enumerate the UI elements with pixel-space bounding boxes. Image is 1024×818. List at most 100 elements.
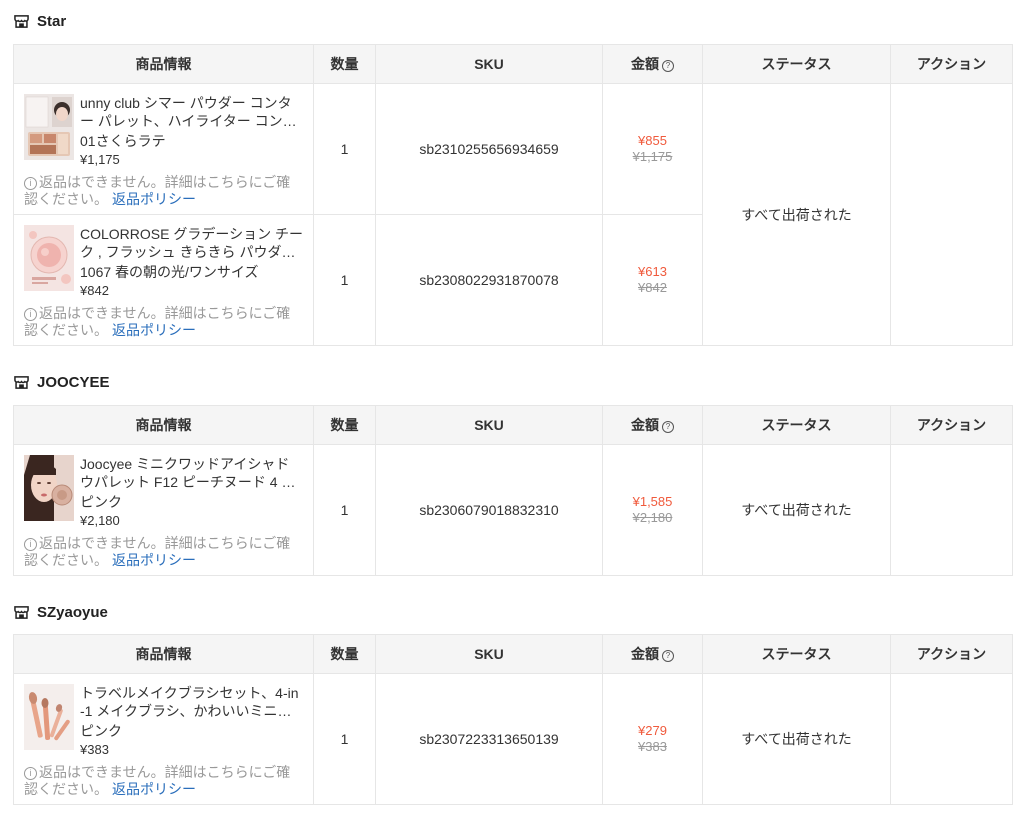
amount-cell: ¥855 ¥1,175 — [602, 83, 703, 215]
return-policy-link[interactable]: 返品ポリシー — [112, 781, 196, 797]
product-thumbnail[interactable] — [24, 225, 74, 291]
product-title[interactable]: COLORROSE グラデーション チーク , フラッシュ きらきら パウダー … — [80, 225, 303, 261]
return-notice: i 返品はできません。詳細はこちらにご確認ください。 返品ポリシー — [24, 305, 303, 339]
product-info-cell: Joocyee ミニクワッドアイシャドウパレット F12 ピーチヌード 4 色マ… — [13, 444, 314, 576]
product-variant: ピンク — [80, 723, 122, 739]
table-row: Joocyee ミニクワッドアイシャドウパレット F12 ピーチヌード 4 色マ… — [13, 444, 1013, 576]
product-info-cell: unny club シマー パウダー コンター パレット、ハイライター コンター… — [13, 83, 314, 215]
info-icon: i — [24, 767, 37, 780]
help-icon[interactable]: ? — [662, 650, 674, 662]
column-header-status: ステータス — [702, 44, 891, 84]
shop-icon — [14, 14, 29, 28]
table-header-row: 商品情報 数量 SKU 金額? ステータス アクション — [13, 405, 1013, 445]
column-header-qty: 数量 — [313, 634, 376, 674]
amount-cell: ¥1,585 ¥2,180 — [602, 444, 703, 576]
sku-cell: sb2310255656934659 — [375, 83, 603, 215]
column-header-sku: SKU — [375, 405, 603, 445]
product-unit-price: ¥1,175 — [80, 152, 120, 167]
sku-cell: sb2306079018832310 — [375, 444, 603, 576]
return-policy-link[interactable]: 返品ポリシー — [112, 552, 196, 568]
original-amount: ¥383 — [638, 739, 667, 754]
column-header-sku: SKU — [375, 44, 603, 84]
sale-amount: ¥1,585 — [632, 494, 673, 509]
column-header-amount: 金額? — [602, 634, 703, 674]
shop-name[interactable]: JOOCYEE — [37, 374, 110, 391]
return-policy-link[interactable]: 返品ポリシー — [112, 191, 196, 207]
product-thumbnail[interactable] — [24, 684, 74, 750]
product-title[interactable]: unny club シマー パウダー コンター パレット、ハイライター コンター… — [80, 94, 303, 130]
product-variant: 1067 春の朝の光/ワンサイズ — [80, 264, 259, 280]
quantity-cell: 1 — [313, 444, 376, 576]
column-header-info: 商品情報 — [13, 405, 314, 445]
help-icon[interactable]: ? — [662, 60, 674, 72]
column-header-amount-label: 金額 — [631, 56, 659, 72]
status-text: すべて出荷された — [741, 502, 852, 518]
product-variant: 01さくらラテ — [80, 133, 166, 149]
quantity-cell: 1 — [313, 83, 376, 215]
product-unit-price: ¥2,180 — [80, 513, 120, 528]
help-icon[interactable]: ? — [662, 421, 674, 433]
shop-icon — [14, 375, 29, 389]
column-header-qty: 数量 — [313, 44, 376, 84]
product-thumbnail[interactable] — [24, 455, 74, 521]
product-unit-price: ¥383 — [80, 742, 109, 757]
status-text: すべて出荷された — [741, 731, 852, 747]
table-row: unny club シマー パウダー コンター パレット、ハイライター コンター… — [13, 83, 1013, 346]
action-cell — [890, 673, 1013, 805]
column-header-amount: 金額? — [602, 405, 703, 445]
table-header-row: 商品情報 数量 SKU 金額? ステータス アクション — [13, 634, 1013, 674]
column-header-action: アクション — [890, 634, 1013, 674]
info-icon: i — [24, 177, 37, 190]
info-icon: i — [24, 308, 37, 321]
column-header-status: ステータス — [702, 405, 891, 445]
column-header-status: ステータス — [702, 634, 891, 674]
original-amount: ¥2,180 — [632, 510, 673, 525]
sale-amount: ¥855 — [638, 133, 667, 148]
status-cell: すべて出荷された — [702, 444, 891, 576]
quantity-cell: 1 — [313, 214, 376, 346]
order-table: 商品情報 数量 SKU 金額? ステータス アクション — [13, 634, 1013, 805]
amount-cell: ¥613 ¥842 — [602, 214, 703, 346]
sale-amount: ¥613 — [638, 264, 667, 279]
product-unit-price: ¥842 — [80, 283, 109, 298]
status-text: すべて出荷された — [741, 206, 852, 223]
sale-amount: ¥279 — [638, 723, 667, 738]
original-amount: ¥1,175 — [632, 149, 673, 164]
column-header-qty: 数量 — [313, 405, 376, 445]
column-header-action: アクション — [890, 44, 1013, 84]
shop-header: Star — [14, 9, 66, 33]
action-cell — [890, 444, 1013, 576]
product-variant: ピンク — [80, 494, 122, 510]
info-icon: i — [24, 538, 37, 551]
amount-cell: ¥279 ¥383 — [602, 673, 703, 805]
shop-name[interactable]: SZyaoyue — [37, 604, 108, 621]
status-cell: すべて出荷された — [702, 83, 891, 346]
shop-icon — [14, 605, 29, 619]
return-notice: i 返品はできません。詳細はこちらにご確認ください。 返品ポリシー — [24, 174, 303, 208]
product-title[interactable]: トラベルメイクブラシセット、4-in-1 メイクブラシ、かわいいミニ格納式ブラシ — [80, 684, 303, 720]
action-cell — [890, 83, 1013, 346]
sku-cell: sb2307223313650139 — [375, 673, 603, 805]
return-notice: i 返品はできません。詳細はこちらにご確認ください。 返品ポリシー — [24, 764, 303, 798]
quantity-cell: 1 — [313, 673, 376, 805]
column-header-amount-label: 金額 — [631, 646, 659, 662]
original-amount: ¥842 — [638, 280, 667, 295]
product-title[interactable]: Joocyee ミニクワッドアイシャドウパレット F12 ピーチヌード 4 色マ… — [80, 455, 303, 491]
column-header-info: 商品情報 — [13, 634, 314, 674]
table-header-row: 商品情報 数量 SKU 金額? ステータス アクション — [13, 44, 1013, 84]
column-header-sku: SKU — [375, 634, 603, 674]
shop-header: SZyaoyue — [14, 600, 108, 624]
shop-name[interactable]: Star — [37, 13, 66, 30]
order-table: 商品情報 数量 SKU 金額? ステータス アクション — [13, 405, 1013, 576]
column-header-amount: 金額? — [602, 44, 703, 84]
table-row: トラベルメイクブラシセット、4-in-1 メイクブラシ、かわいいミニ格納式ブラシ… — [13, 673, 1013, 805]
order-table: 商品情報 数量 SKU 金額? ステータス アクション — [13, 44, 1013, 346]
status-cell: すべて出荷された — [702, 673, 891, 805]
product-thumbnail[interactable] — [24, 94, 74, 160]
return-notice: i 返品はできません。詳細はこちらにご確認ください。 返品ポリシー — [24, 535, 303, 569]
column-header-info: 商品情報 — [13, 44, 314, 84]
column-header-action: アクション — [890, 405, 1013, 445]
product-info-cell: トラベルメイクブラシセット、4-in-1 メイクブラシ、かわいいミニ格納式ブラシ… — [13, 673, 314, 805]
product-info-cell: COLORROSE グラデーション チーク , フラッシュ きらきら パウダー … — [13, 214, 314, 346]
return-policy-link[interactable]: 返品ポリシー — [112, 322, 196, 338]
